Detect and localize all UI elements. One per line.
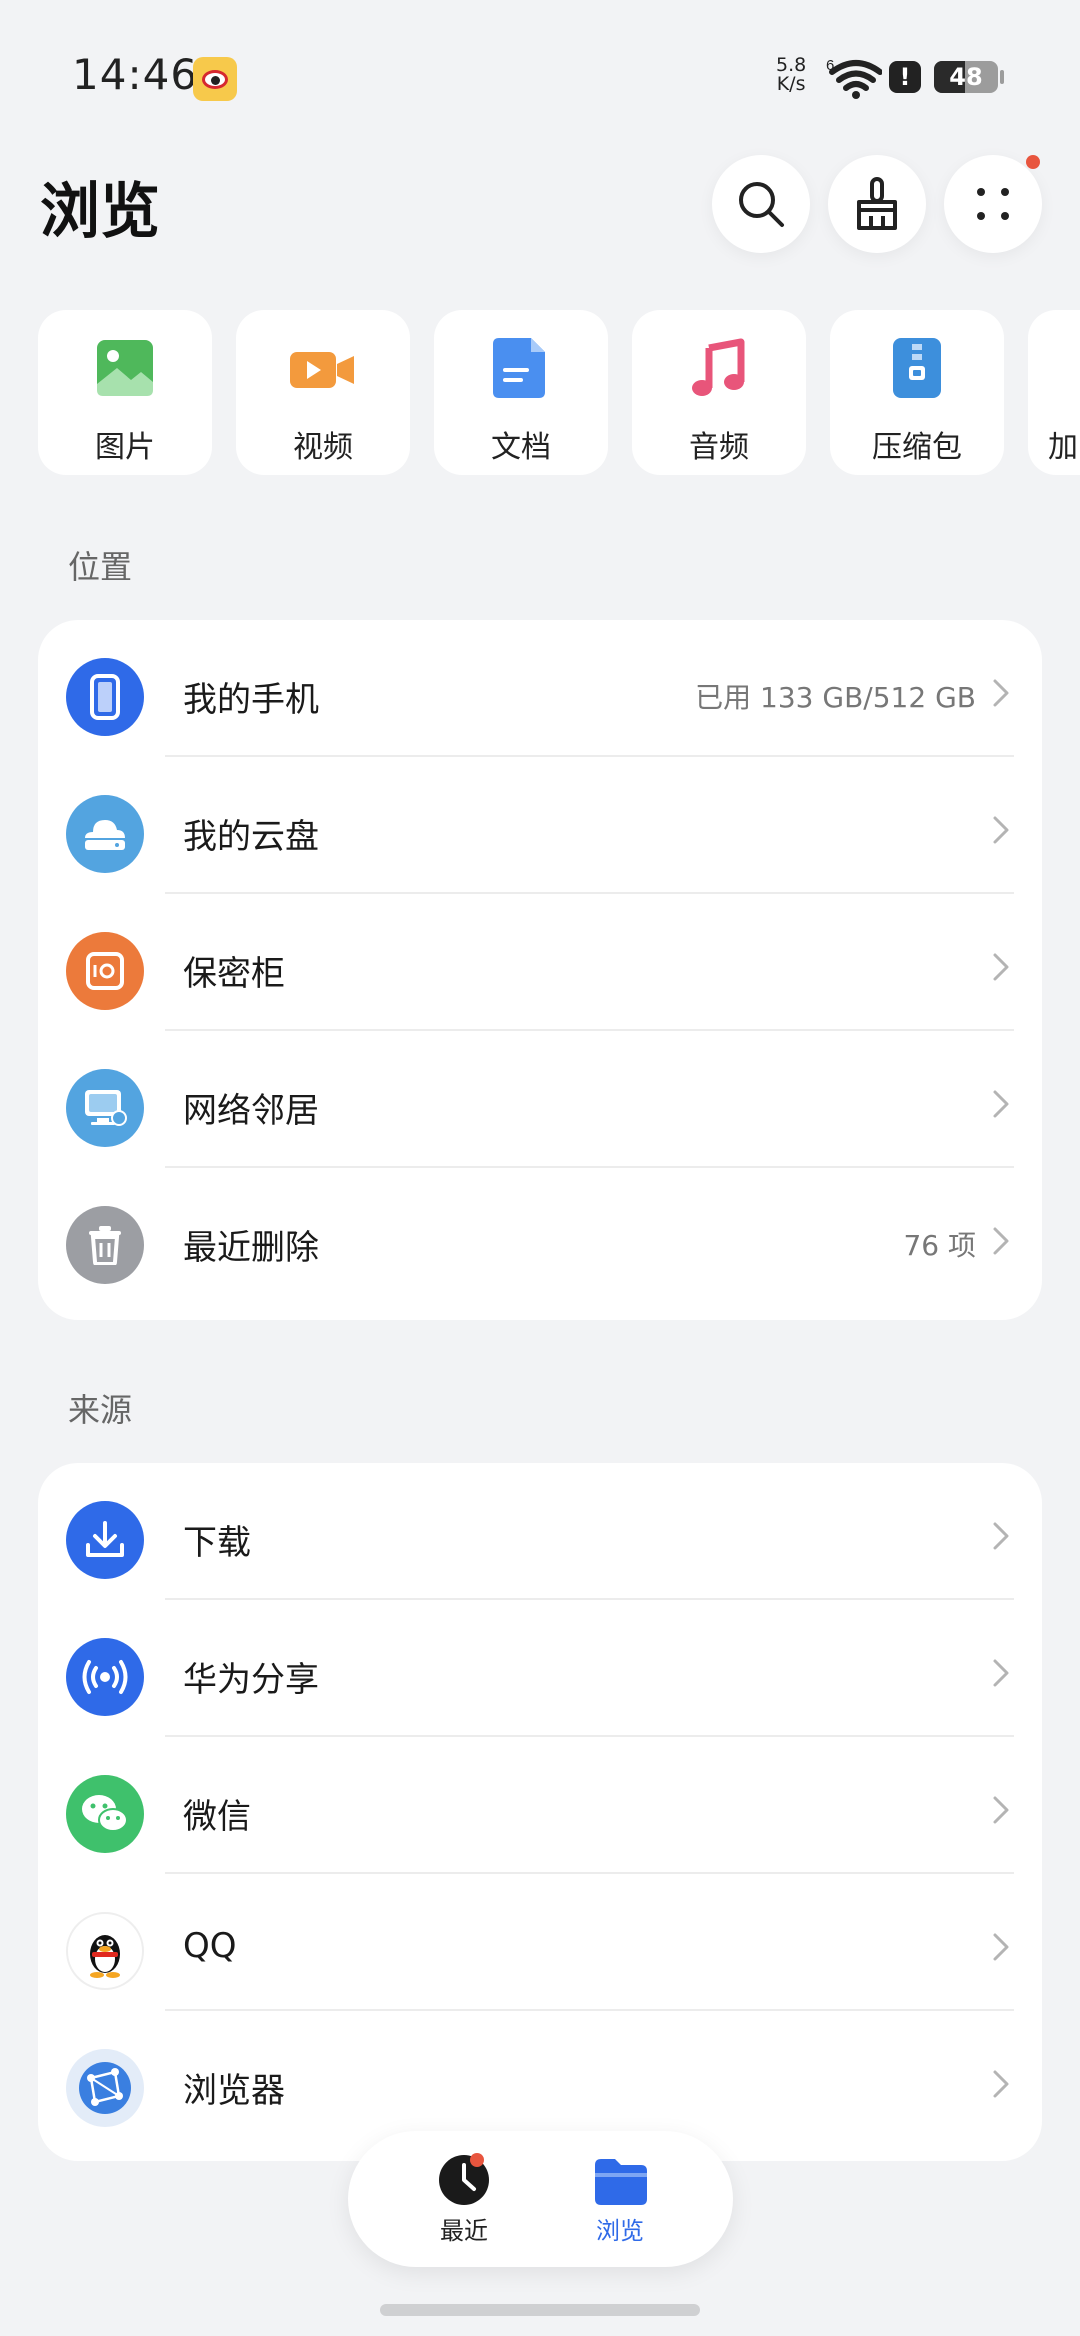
chevron-right-icon [993,1933,1009,1961]
location-item-recently-deleted[interactable]: 最近删除 76 项 [38,1168,1042,1305]
category-label: 加 [1048,430,1078,465]
chevron-right-icon [993,2070,1009,2098]
safe-icon [66,932,144,1010]
status-time: 14:46 [72,50,199,99]
home-indicator[interactable] [380,2304,700,2316]
alert-icon: ! [889,61,921,93]
folder-icon [595,2159,647,2205]
row-label: 我的手机 [183,680,319,720]
network-speed: 5.8 K/s [776,56,806,94]
chevron-right-icon [993,1227,1009,1255]
location-item-my-phone[interactable]: 我的手机 已用 133 GB/512 GB [38,620,1042,757]
recent-notification-dot [470,2153,484,2167]
wifi-icon: 6 [826,57,883,104]
music-icon [692,338,745,396]
tab-recent[interactable]: 最近 [394,2153,534,2253]
source-list: 下载 华为分享 微信 QQ 浏览器 [38,1463,1042,2161]
wifi-standard-label: 6 [826,58,834,74]
archive-icon [893,338,941,398]
category-documents[interactable]: 文档 [434,310,608,475]
page-title: 浏览 [40,177,160,247]
download-icon [66,1501,144,1579]
trash-icon [66,1206,144,1284]
row-label: 浏览器 [183,2071,285,2111]
battery-tip [1000,70,1004,84]
tab-label: 最近 [440,2217,488,2245]
battery-indicator: 48 [934,61,998,93]
chevron-right-icon [993,953,1009,981]
search-icon [739,182,784,227]
chevron-right-icon [993,1522,1009,1550]
row-label: 最近删除 [183,1228,319,1268]
search-button[interactable] [712,155,810,253]
category-label: 视频 [293,430,353,465]
category-videos[interactable]: 视频 [236,310,410,475]
chevron-right-icon [993,679,1009,707]
phone-icon [66,658,144,736]
category-images[interactable]: 图片 [38,310,212,475]
chevron-right-icon [993,1796,1009,1824]
category-archives[interactable]: 压缩包 [830,310,1004,475]
category-more[interactable]: 加 [1028,310,1080,475]
row-value: 76 项 [903,1229,976,1262]
location-list: 我的手机 已用 133 GB/512 GB 我的云盘 保密柜 网络邻居 最近删除… [38,620,1042,1320]
row-label: 华为分享 [183,1660,319,1700]
cloud-drive-icon [66,795,144,873]
source-item-browser[interactable]: 浏览器 [38,2011,1042,2148]
more-notification-dot [1026,155,1040,169]
clean-button[interactable] [828,155,926,253]
row-value: 已用 133 GB/512 GB [695,681,976,714]
weibo-notification-icon [193,57,237,101]
network-speed-unit: K/s [776,73,806,95]
category-label: 音频 [689,430,749,465]
row-label: 保密柜 [183,954,285,994]
qq-icon [66,1912,144,1990]
location-item-network[interactable]: 网络邻居 [38,1031,1042,1168]
more-grid-icon [977,188,1009,220]
category-label: 文档 [491,430,551,465]
category-label: 图片 [95,430,155,465]
row-label: 网络邻居 [183,1091,319,1131]
row-label: 下载 [183,1523,251,1563]
category-label: 压缩包 [872,430,962,465]
row-label: 我的云盘 [183,817,319,857]
chevron-right-icon [993,816,1009,844]
battery-level: 48 [949,63,983,91]
location-item-safe[interactable]: 保密柜 [38,894,1042,1031]
video-icon [290,352,354,388]
document-icon [493,338,545,398]
source-item-download[interactable]: 下载 [38,1463,1042,1600]
row-label: 微信 [183,1797,251,1837]
section-title-source: 来源 [68,1391,133,1429]
broom-icon [857,177,897,230]
chevron-right-icon [993,1090,1009,1118]
source-item-wechat[interactable]: 微信 [38,1737,1042,1874]
tab-label: 浏览 [596,2217,644,2245]
source-item-qq[interactable]: QQ [38,1874,1042,2011]
location-item-cloud-drive[interactable]: 我的云盘 [38,757,1042,894]
more-button[interactable] [944,155,1042,253]
category-row: 图片 视频 文档 音频 压缩包 加 [38,310,1080,475]
row-label: QQ [183,1926,237,1966]
status-bar: 14:46 5.8 K/s 6 ! 48 [0,0,1080,150]
chevron-right-icon [993,1659,1009,1687]
tab-browse[interactable]: 浏览 [550,2153,690,2253]
section-title-location: 位置 [68,548,133,586]
browser-icon [66,2049,144,2127]
category-audio[interactable]: 音频 [632,310,806,475]
source-item-huawei-share[interactable]: 华为分享 [38,1600,1042,1737]
share-icon [66,1638,144,1716]
bottom-nav: 最近 浏览 [348,2131,733,2267]
network-icon [66,1069,144,1147]
wechat-icon [66,1775,144,1853]
image-icon [97,340,153,396]
